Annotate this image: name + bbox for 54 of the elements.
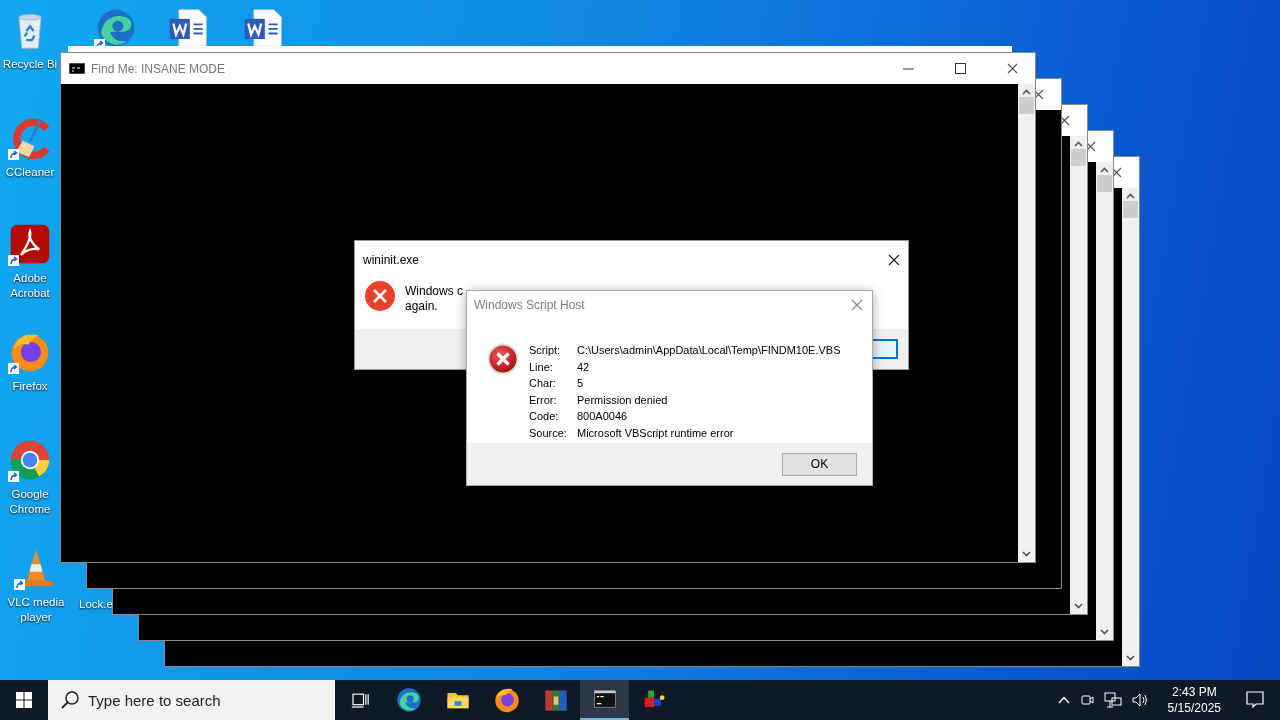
dialog-title: Windows Script Host	[474, 298, 585, 312]
field-value: C:\Users\admin\AppData\Local\Temp\FINDM10E.VBS	[577, 344, 841, 358]
maximize-button[interactable]	[954, 63, 966, 74]
scrollbar-thumb[interactable]	[1097, 175, 1112, 192]
close-button[interactable]	[888, 254, 900, 266]
error-icon	[487, 343, 519, 375]
field-value: 800A0046	[577, 410, 629, 424]
browser-icon	[8, 438, 52, 482]
close-button[interactable]	[1006, 63, 1018, 74]
icon-label: Adobe Acrobat	[9, 271, 51, 301]
error-icon	[365, 281, 395, 311]
scrollbar[interactable]	[1018, 84, 1035, 562]
field-label: Source:	[529, 426, 568, 441]
error-message: again.	[405, 299, 439, 314]
taskbar-button[interactable]	[580, 680, 629, 720]
field-value: Permission denied	[577, 393, 669, 408]
browser-icon	[492, 686, 521, 714]
field-value: Microsoft VBScript runtime error	[577, 426, 735, 441]
field-value: 5	[577, 377, 585, 391]
scrollbar-thumb[interactable]	[1019, 97, 1034, 114]
icon-label: Google Chrome	[8, 487, 52, 517]
clock-date[interactable]: 5/15/2025	[1167, 700, 1221, 716]
window-title: Find Me: INSANE MODE	[91, 61, 226, 76]
field-label: Char:	[529, 377, 557, 391]
field-value: 42	[577, 360, 591, 375]
windows-start-button[interactable]	[16, 692, 32, 708]
icon-label: VLC media player	[6, 595, 66, 625]
field-label: Error:	[529, 393, 558, 408]
network-icon[interactable]	[1103, 692, 1122, 708]
camera-icon[interactable]	[1078, 692, 1095, 708]
chevron-up-icon[interactable]	[1057, 696, 1070, 704]
field-label: Line:	[529, 360, 554, 375]
scrollbar-thumb[interactable]	[1071, 149, 1086, 166]
app-icon	[8, 222, 52, 266]
icon-label: CCleaner	[5, 165, 55, 180]
scrollbar[interactable]	[1070, 136, 1087, 614]
browser-icon	[394, 686, 423, 714]
field-label: Code:	[529, 410, 560, 424]
ok-button[interactable]: OK	[782, 452, 857, 476]
search-field[interactable]: Type here to search	[48, 680, 335, 720]
terminal-icon	[69, 63, 85, 74]
search-icon	[61, 691, 79, 709]
clock-time[interactable]: 2:43 PM	[1171, 684, 1217, 700]
scrollbar-thumb[interactable]	[1123, 201, 1138, 218]
dialog-title: wininit.exe	[363, 253, 420, 267]
icon-label: Recycle Bi	[2, 57, 58, 72]
notification-icon[interactable]	[1246, 691, 1264, 709]
icon-label: Firefox	[12, 379, 48, 394]
scrollbar[interactable]	[1096, 162, 1113, 640]
volume-icon[interactable]	[1130, 692, 1149, 708]
icon-label: Lock.e	[79, 598, 113, 610]
error-message: Windows c	[405, 284, 463, 299]
scrollbar[interactable]	[1122, 188, 1139, 666]
field-label: Script:	[529, 344, 562, 358]
